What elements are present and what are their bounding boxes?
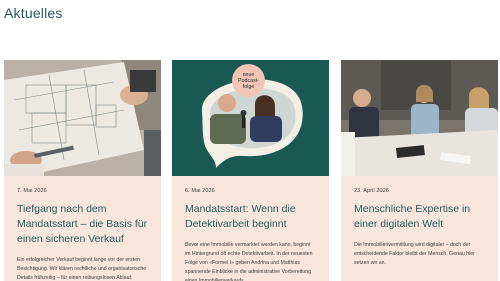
card-excerpt: Bevor eine Immobilie vermarktet werden k… bbox=[185, 242, 313, 281]
card-title[interactable]: Tiefgang nach dem Mandatsstart – die Bas… bbox=[17, 202, 149, 247]
podcast-badge: neue Podcast- folge bbox=[232, 64, 265, 97]
card-excerpt: Ein erfolgreicher Verkauf beginnt lange … bbox=[17, 257, 147, 281]
card-title[interactable]: Menschliche Expertise in einer digitalen… bbox=[354, 202, 486, 232]
card-excerpt: Die Immobilienvermittlung wird digitaler… bbox=[354, 242, 475, 266]
card-date: 23. April 2026 bbox=[354, 188, 390, 194]
card-title[interactable]: Mandatsstart: Wenn die Detektivarbeit be… bbox=[185, 202, 317, 232]
news-page: Aktuelles 7. Mai 2026 Tiefgang nach dem … bbox=[0, 0, 500, 281]
card-date: 6. Mai 2026 bbox=[185, 188, 215, 194]
card-image-blueprint[interactable] bbox=[4, 60, 161, 176]
meeting-illustration bbox=[341, 60, 498, 176]
badge-line: folge bbox=[242, 83, 255, 90]
news-card[interactable]: 7. Mai 2026 Tiefgang nach dem Mandatssta… bbox=[4, 60, 161, 281]
card-date: 7. Mai 2026 bbox=[17, 188, 47, 194]
section-title: Aktuelles bbox=[4, 5, 63, 21]
card-image-meeting[interactable] bbox=[341, 60, 498, 176]
blueprint-illustration bbox=[4, 60, 161, 176]
card-image-podcast[interactable]: neue Podcast- folge bbox=[172, 60, 329, 176]
news-card[interactable]: 23. April 2026 Menschliche Expertise in … bbox=[341, 60, 498, 281]
news-card[interactable]: neue Podcast- folge 6. Mai 2026 Mandatss… bbox=[172, 60, 329, 281]
